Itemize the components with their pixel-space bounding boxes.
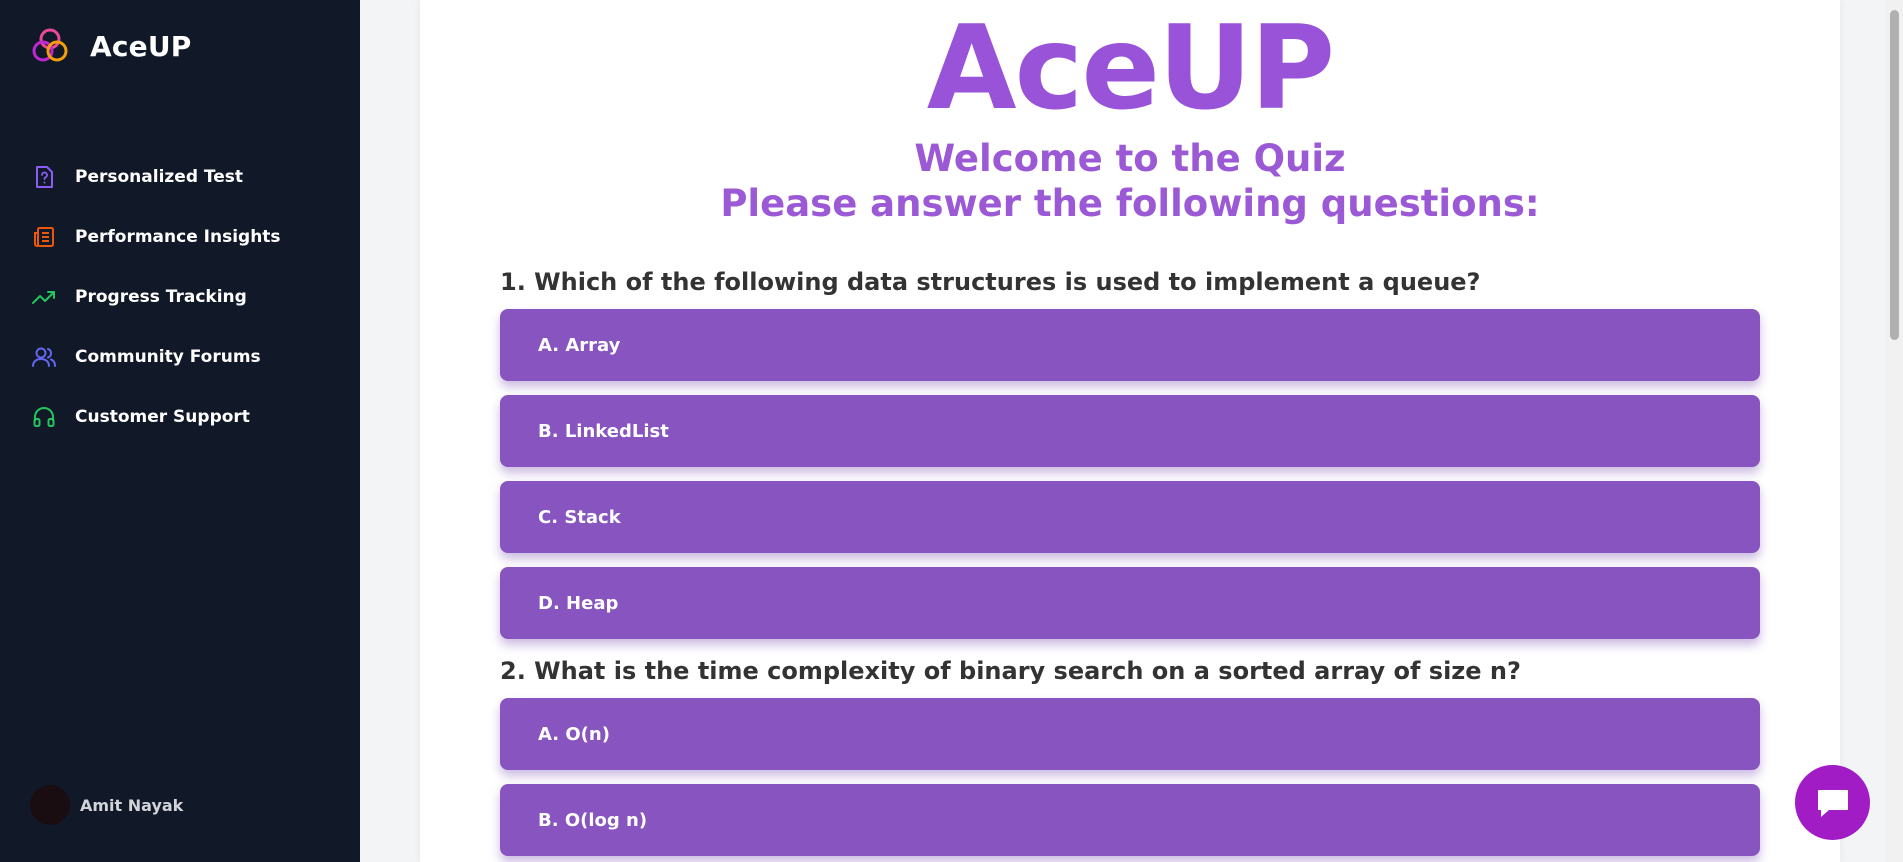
headset-icon [30, 403, 58, 431]
quiz-card: AceUP Welcome to the Quiz Please answer … [420, 0, 1840, 862]
sidebar-item-label: Customer Support [75, 407, 250, 427]
option-label: C. Stack [538, 506, 621, 528]
brand-name: AceUP [90, 29, 192, 63]
welcome-heading: Welcome to the Quiz [914, 137, 1346, 180]
question-file-icon [30, 163, 58, 191]
answer-option-q2-a[interactable]: A. O(n) [500, 698, 1760, 770]
question-1: 1. Which of the following data structure… [500, 268, 1481, 296]
sidebar-item-label: Progress Tracking [75, 287, 247, 307]
answer-option-q1-c[interactable]: C. Stack [500, 481, 1760, 553]
user-profile[interactable]: Amit Nayak [30, 785, 183, 825]
answer-option-q1-a[interactable]: A. Array [500, 309, 1760, 381]
aceup-logo-icon [32, 28, 68, 62]
scrollbar-thumb[interactable] [1890, 10, 1899, 340]
answer-option-q1-d[interactable]: D. Heap [500, 567, 1760, 639]
option-label: B. LinkedList [538, 420, 669, 442]
users-icon [30, 343, 58, 371]
chat-bubble-icon [1817, 789, 1848, 817]
sidebar-item-label: Community Forums [75, 347, 261, 367]
trending-up-icon [30, 283, 58, 311]
sidebar: AceUP Personalized Test Performance Insi… [0, 0, 360, 862]
question-2: 2. What is the time complexity of binary… [500, 657, 1521, 685]
answer-option-q2-b[interactable]: B. O(log n) [500, 784, 1760, 856]
sidebar-item-customer-support[interactable]: Customer Support [30, 387, 281, 447]
instructions-heading: Please answer the following questions: [720, 182, 1540, 225]
option-label: A. O(n) [538, 723, 610, 745]
avatar [30, 785, 70, 825]
answer-option-q1-b[interactable]: B. LinkedList [500, 395, 1760, 467]
sidebar-nav: Personalized Test Performance Insights P… [30, 147, 281, 447]
brand[interactable]: AceUP [28, 24, 192, 68]
sidebar-item-label: Personalized Test [75, 167, 244, 187]
page-scrollbar[interactable] [1886, 0, 1903, 862]
sidebar-item-progress-tracking[interactable]: Progress Tracking [30, 267, 281, 327]
option-label: B. O(log n) [538, 809, 648, 831]
sidebar-item-label: Performance Insights [75, 227, 281, 247]
newspaper-icon [30, 223, 58, 251]
page-title: AceUP [926, 1, 1335, 136]
sidebar-item-personalized-test[interactable]: Personalized Test [30, 147, 281, 207]
option-label: D. Heap [538, 592, 619, 614]
option-label: A. Array [538, 334, 621, 356]
sidebar-item-performance-insights[interactable]: Performance Insights [30, 207, 281, 267]
sidebar-item-community-forums[interactable]: Community Forums [30, 327, 281, 387]
chat-button[interactable] [1795, 765, 1870, 840]
user-name: Amit Nayak [80, 795, 184, 815]
